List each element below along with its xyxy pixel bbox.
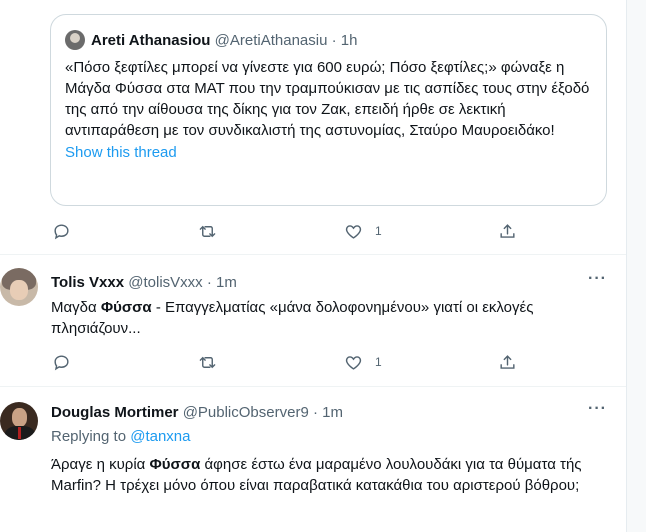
tweet-text: Μαγδα Φύσσα - Επαγγελματίας «μάνα δολοφο… <box>51 297 611 339</box>
more-options-icon[interactable]: ··· <box>588 400 607 418</box>
reply-icon <box>54 223 69 239</box>
author-handle[interactable]: @PublicObserver9 <box>183 404 309 421</box>
share-button[interactable] <box>498 350 517 374</box>
reply-button[interactable] <box>52 219 71 243</box>
quoted-separator: · <box>331 31 337 49</box>
quoted-tweet-text: «Πόσο ξεφτίλες μπορεί να γίνεστε για 600… <box>65 59 590 139</box>
separator: · <box>206 274 212 291</box>
quoted-author-name[interactable]: Areti Athanasiou <box>91 32 210 49</box>
avatar[interactable] <box>0 402 38 440</box>
text-part: Μαγδα <box>51 299 101 316</box>
replying-label: Replying to <box>51 428 127 445</box>
show-thread-link[interactable]: Show this thread <box>65 144 592 161</box>
quoted-tweet-card[interactable]: Areti Athanasiou @AretiAthanasiu · 1h «Π… <box>50 14 607 206</box>
avatar[interactable] <box>0 268 38 306</box>
reply-icon <box>54 354 69 370</box>
author-name[interactable]: Douglas Mortimer <box>51 404 179 421</box>
replying-to-handle[interactable]: @tanxna <box>130 428 190 445</box>
quoted-timestamp[interactable]: 1h <box>341 32 358 49</box>
highlighted-term: Φύσσα <box>149 456 201 473</box>
quoted-tweet-header: Areti Athanasiou @AretiAthanasiu · 1h <box>65 27 592 53</box>
author-handle[interactable]: @tolisVxxx <box>128 274 202 291</box>
tweet-text: Άραγε η κυρία Φύσσα άφησε έστω ένα μαραμ… <box>51 454 611 496</box>
tweet-header: Douglas Mortimer @PublicObserver9 · 1m <box>51 404 343 421</box>
tweet-douglas[interactable]: Douglas Mortimer @PublicObserver9 · 1m ·… <box>0 386 626 532</box>
timestamp[interactable]: 1m <box>216 274 237 291</box>
heart-icon <box>345 224 362 239</box>
text-part: Άραγε η κυρία <box>51 456 150 473</box>
retweet-button[interactable] <box>198 350 217 374</box>
highlighted-term: Φύσσα <box>100 299 152 316</box>
tweet-header: Tolis Vxxx @tolisVxxx · 1m <box>51 274 237 291</box>
like-count: 1 <box>375 355 382 369</box>
share-button[interactable] <box>498 219 517 243</box>
share-icon <box>500 354 515 369</box>
more-options-icon[interactable]: ··· <box>588 270 607 288</box>
quoted-author-handle[interactable]: @AretiAthanasiu <box>215 32 328 49</box>
retweet-icon <box>199 225 216 237</box>
quoted-avatar[interactable] <box>65 30 85 50</box>
sidebar-background <box>627 0 646 532</box>
reply-button[interactable] <box>52 350 71 374</box>
author-name[interactable]: Tolis Vxxx <box>51 274 124 291</box>
tweet-tolis[interactable]: Tolis Vxxx @tolisVxxx · 1m ··· Μαγδα Φύσ… <box>0 254 626 386</box>
like-button[interactable]: 1 <box>344 219 382 243</box>
share-icon <box>500 223 515 238</box>
heart-icon <box>345 355 362 370</box>
timestamp[interactable]: 1m <box>322 404 343 421</box>
timeline: Areti Athanasiou @AretiAthanasiu · 1h «Π… <box>0 0 626 532</box>
separator: · <box>312 404 318 421</box>
like-button[interactable]: 1 <box>344 350 382 374</box>
retweet-icon <box>199 356 216 368</box>
retweet-button[interactable] <box>198 219 217 243</box>
replying-to: Replying to @tanxna <box>51 428 190 445</box>
like-count: 1 <box>375 224 382 238</box>
